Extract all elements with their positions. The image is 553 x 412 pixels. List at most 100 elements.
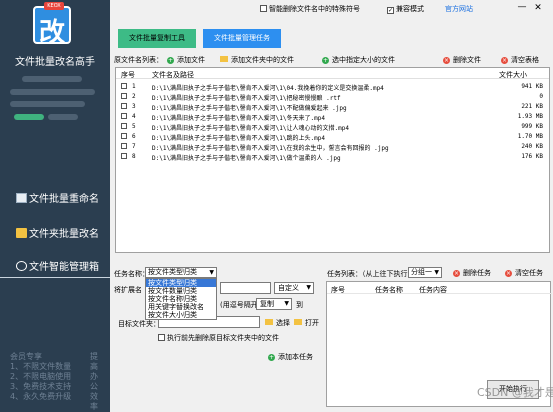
row-checkbox[interactable] [121, 83, 127, 89]
row-no: 6 [132, 133, 136, 140]
tools-icon [16, 261, 27, 271]
row-no: 3 [132, 103, 136, 110]
add-icon: + [167, 57, 174, 64]
folder-icon [16, 228, 27, 238]
blurred-account-line [10, 101, 85, 107]
checkbox-box[interactable] [260, 5, 267, 12]
delete-task-button[interactable]: × 删除任务 [453, 268, 491, 278]
top-bar: 智能删除文件名中的特殊符号 兼容模式 官方网站 — ✕ [110, 0, 553, 20]
delete-task-label: 删除任务 [463, 269, 491, 277]
nav-file-rename[interactable]: 文件批量重命名 [0, 190, 110, 210]
row-checkbox[interactable] [121, 103, 127, 109]
delete-file-button[interactable]: × 删除文件 [443, 55, 481, 65]
nav-file-rename-label: 文件批量重命名 [29, 194, 99, 205]
copy-mode-select[interactable]: 复制 ▼ [256, 298, 292, 310]
task-type-dropdown[interactable]: 按文件类型归类 按文件数量归类 按文件名称归类 用关键字替换改名 按文件大小归类 [145, 278, 217, 320]
compat-mode-label: 兼容模式 [396, 5, 424, 13]
official-site-link[interactable]: 官方网站 [445, 4, 473, 14]
chevron-down-icon: ▼ [434, 269, 439, 276]
file-table[interactable]: 序号 文件名及路径 文件大小 1 D:\1\满昌旧执子之手与子偕老\謦肯不入爱河\… [115, 67, 550, 253]
file-table-header: 序号 文件名及路径 文件大小 [116, 68, 549, 79]
compat-mode-checkbox[interactable]: 兼容模式 [387, 4, 424, 14]
row-no: 1 [132, 83, 136, 90]
folder-icon [220, 56, 228, 62]
table-row[interactable]: 2 D:\1\满昌旧执子之手与子偕老\謦肯不入爱河\1\把秘密慢慢酿 .rtf 0 [116, 91, 549, 102]
row-size: 240 KB [521, 143, 543, 150]
checkbox-box[interactable] [158, 334, 165, 341]
clear-target-label: 执行前先删除原目标文件夹中的文件 [167, 334, 279, 342]
row-no: 2 [132, 93, 136, 100]
special-chars-label: 智能删除文件名中的特殊符号 [269, 5, 360, 13]
row-checkbox[interactable] [121, 123, 127, 129]
table-row[interactable]: 6 D:\1\满昌旧执子之手与子偕老\謦肯不入爱河\1\跳的上头.mp4 1.70 … [116, 131, 549, 142]
member-line: 2、不限电脑使用 [10, 372, 72, 381]
table-row[interactable]: 1 D:\1\满昌旧执子之手与子偕老\謦肯不入爱河\1\04.我挽着你的定义是交换… [116, 81, 549, 92]
minimize-button[interactable]: — [516, 2, 528, 14]
table-row[interactable]: 5 D:\1\满昌旧执子之手与子偕老\謦肯不入爱河\1\让人魂心动的文措.mp4 9… [116, 121, 549, 132]
table-row[interactable]: 3 D:\1\满昌旧执子之手与子偕老\謦肯不入爱河\1\不配做偏爱起来 .jpg 2… [116, 101, 549, 112]
chevron-down-icon: ▼ [284, 300, 289, 307]
row-checkbox[interactable] [121, 143, 127, 149]
table-row[interactable]: 4 D:\1\满昌旧执子之手与子偕老\謦肯不入爱河\1\冬天来了.mp4 1.93 … [116, 111, 549, 122]
tab-copy-tool[interactable]: 文件批量复制工具 [118, 29, 196, 48]
row-size: 999 KB [521, 123, 543, 130]
task-type-option[interactable]: 按文件类型归类 [146, 279, 216, 287]
table-row[interactable]: 7 D:\1\满昌旧执子之手与子偕老\謦肯不入爱河\1\在我的余生中，誓言会有回报… [116, 141, 549, 152]
table-row[interactable]: 8 D:\1\满昌旧执子之手与子偕老\謦肯不入爱河\1\做个温柔的人 .jpg 17… [116, 151, 549, 162]
clear-target-checkbox[interactable]: 执行前先删除原目标文件夹中的文件 [158, 333, 279, 343]
checkbox-box[interactable] [387, 7, 394, 14]
choose-folder-button[interactable]: 选择 [265, 318, 290, 328]
task-type-option[interactable]: 按文件名称归类 [146, 295, 216, 303]
sidebar: KEOX 改 文件批量改名高手 文件批量重命名 文件夹批量改名 文件智能管理箱 … [0, 0, 110, 412]
row-checkbox[interactable] [121, 153, 127, 159]
tab-manage-tasks[interactable]: 文件批量管理任务 [203, 29, 281, 48]
select-icon: + [322, 57, 329, 64]
row-name: D:\1\满昌旧执子之手与子偕老\謦肯不入爱河\1\做个温柔的人 .jpg [152, 155, 341, 162]
app-title: 文件批量改名高手 [15, 57, 95, 68]
row-checkbox[interactable] [121, 93, 127, 99]
nav-folder-rename-label: 文件夹批量改名 [29, 229, 99, 240]
task-type-value: 按文件类型归类 [148, 268, 197, 276]
clear-table-button[interactable]: × 清空表格 [501, 55, 539, 65]
custom-select[interactable]: 自定义 ▼ [274, 282, 314, 294]
blurred-account-line [22, 76, 82, 82]
add-task-label: 添加本任务 [278, 353, 313, 361]
side-slogan: 提高办公效率 [90, 352, 98, 411]
nav-folder-rename[interactable]: 文件夹批量改名 [0, 225, 110, 245]
clear-tasks-label: 清空任务 [515, 269, 543, 277]
add-folder-files-button[interactable]: 添加文件夹中的文件 [220, 55, 294, 65]
delete-file-label: 删除文件 [453, 56, 481, 64]
row-checkbox[interactable] [121, 133, 127, 139]
task-type-option[interactable]: 按文件大小归类 [146, 311, 216, 319]
clear-tasks-button[interactable]: × 清空任务 [505, 268, 543, 278]
task-type-option[interactable]: 用关键字替换改名 [146, 303, 216, 311]
nav-file-manager[interactable]: 文件智能管理箱 [0, 258, 110, 278]
row-checkbox[interactable] [121, 113, 127, 119]
task-name-label: 任务名称： [114, 270, 149, 278]
member-line: 会员专享 [10, 352, 42, 361]
open-label: 打开 [305, 319, 319, 327]
row-size: 176 KB [521, 153, 543, 160]
select-by-size-button[interactable]: + 选中指定大小的文件 [322, 55, 395, 65]
chevron-down-icon: ▼ [209, 269, 214, 276]
watermark: CSDN @我才是逗瞎 [477, 386, 553, 399]
extension-input[interactable] [220, 282, 271, 294]
add-file-button[interactable]: + 添加文件 [167, 55, 205, 65]
group-select[interactable]: 分组一 ▼ [408, 267, 442, 278]
row-no: 8 [132, 153, 136, 160]
close-button[interactable]: ✕ [532, 2, 544, 14]
delete-icon: × [443, 57, 450, 64]
copy-mode-value: 复制 [260, 300, 274, 308]
header-divider [327, 293, 552, 294]
delete-icon: × [453, 270, 460, 277]
clear-icon: × [501, 57, 508, 64]
member-line: 4、永久免费升级 [10, 392, 72, 401]
row-no: 4 [132, 113, 136, 120]
task-type-option[interactable]: 按文件数量归类 [146, 287, 216, 295]
special-chars-checkbox[interactable]: 智能删除文件名中的特殊符号 [260, 4, 360, 14]
task-type-select[interactable]: 按文件类型归类 ▼ [145, 267, 217, 278]
row-size: 0 [539, 93, 543, 100]
open-folder-button[interactable]: 打开 [294, 318, 319, 328]
col-name: 文件名及路径 [152, 71, 194, 79]
add-task-button[interactable]: + 添加本任务 [268, 352, 313, 362]
